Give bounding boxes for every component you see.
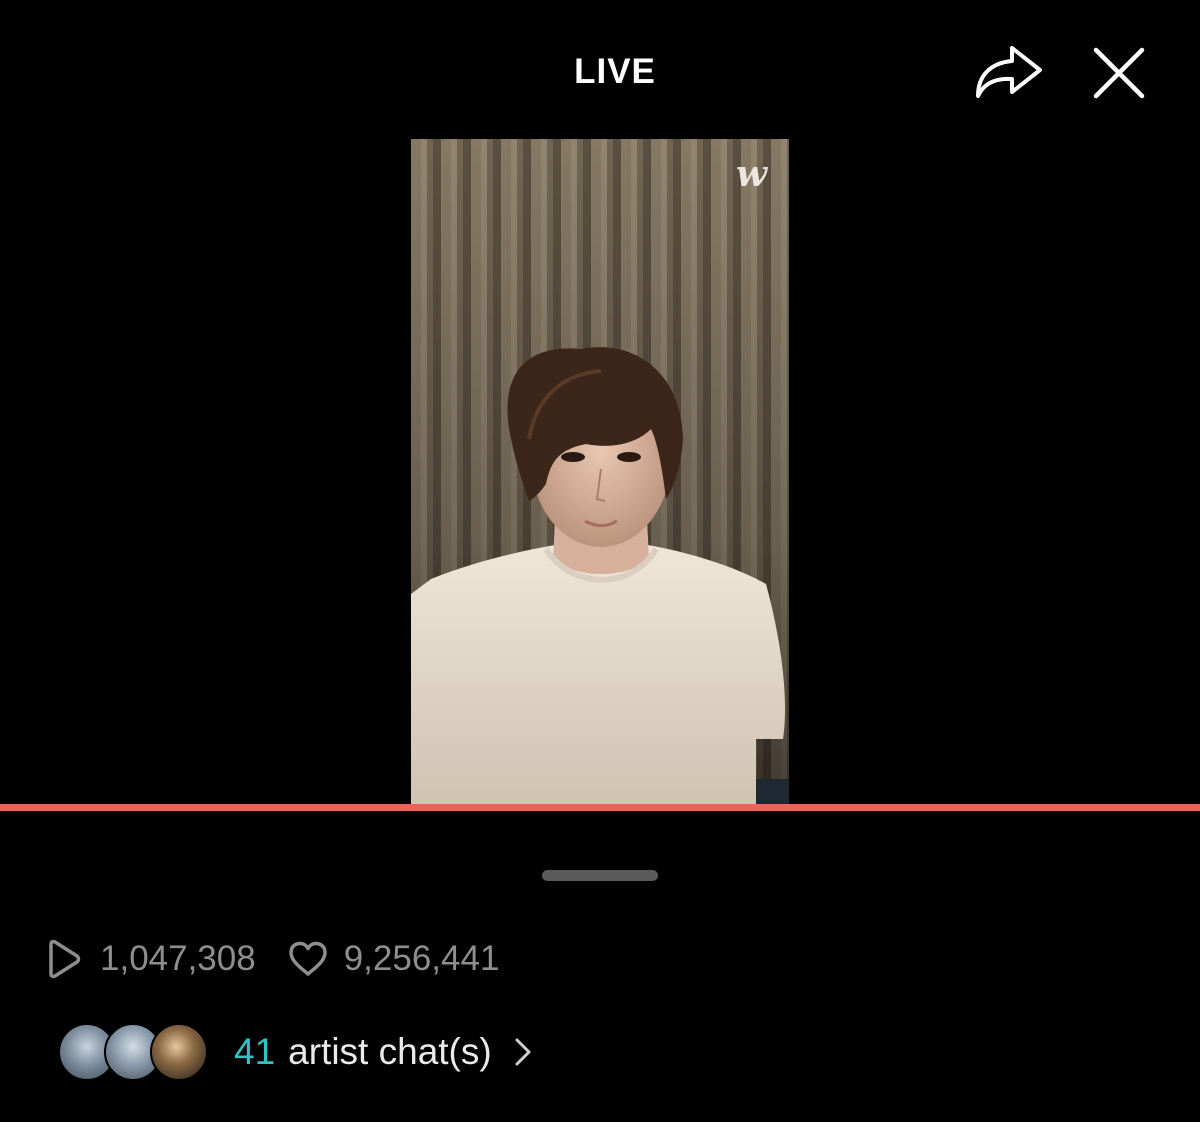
- artist-chat-text: 41 artist chat(s): [234, 1031, 532, 1073]
- share-arrow-icon: [976, 46, 1042, 98]
- view-count-value: 1,047,308: [100, 939, 256, 978]
- video-frame-image: [411, 139, 789, 805]
- chevron-right-icon: [515, 1038, 531, 1066]
- sheet-drag-handle[interactable]: [542, 870, 658, 881]
- progress-fill: [0, 804, 1200, 811]
- artist-chat-label: artist chat(s): [288, 1031, 492, 1072]
- like-count: 9,256,441: [288, 939, 500, 979]
- view-count: 1,047,308: [46, 939, 256, 979]
- like-count-value: 9,256,441: [343, 939, 500, 978]
- artist-avatars: [58, 1023, 208, 1081]
- stats-row: 1,047,308 9,256,441: [46, 936, 499, 982]
- artist-chat-link[interactable]: 41 artist chat(s): [58, 1022, 532, 1082]
- artist-chat-count: 41: [234, 1031, 276, 1072]
- share-button[interactable]: [974, 42, 1044, 100]
- live-progress-bar[interactable]: [0, 804, 1200, 811]
- live-video-player[interactable]: w: [411, 139, 789, 805]
- play-icon: [49, 939, 81, 979]
- weverse-watermark-icon: w: [736, 153, 767, 195]
- close-button[interactable]: [1090, 44, 1148, 102]
- close-icon: [1093, 47, 1145, 99]
- heart-icon: [288, 941, 327, 976]
- avatar: [150, 1023, 208, 1081]
